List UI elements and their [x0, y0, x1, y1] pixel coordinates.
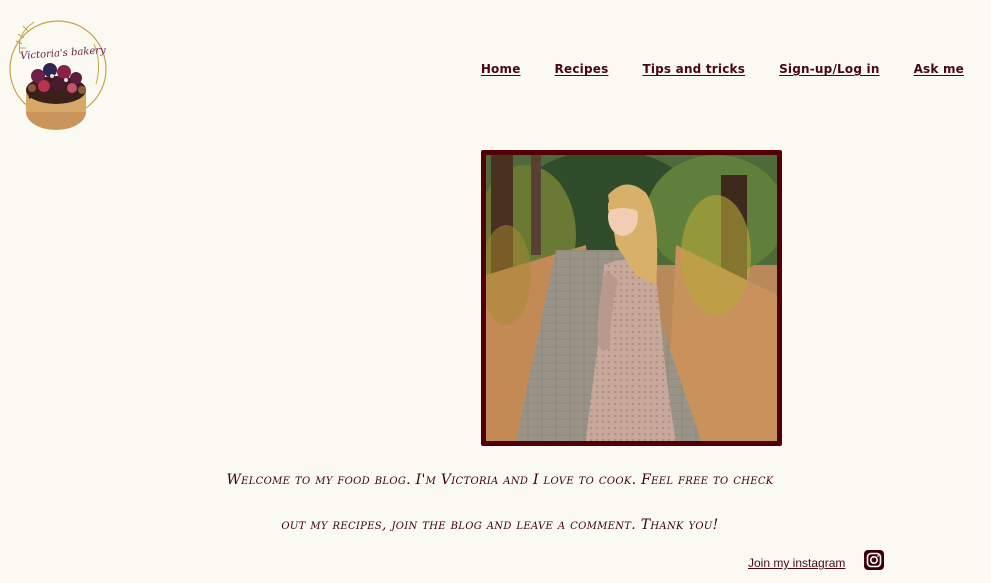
- logo-graphic: [9, 20, 107, 130]
- nav-ask-me[interactable]: Ask me: [914, 62, 964, 76]
- instagram-link[interactable]: Join my instagram: [748, 556, 845, 570]
- nav-recipes[interactable]: Recipes: [555, 62, 609, 76]
- nav-home[interactable]: Home: [481, 62, 521, 76]
- main-nav: Home Recipes Tips and tricks Sign-up/Log…: [481, 62, 964, 76]
- welcome-text-line-2: out my recipes, join the blog and leave …: [281, 517, 719, 533]
- nav-sign-up-log-in[interactable]: Sign-up/Log in: [779, 62, 880, 76]
- hero-photo: [481, 150, 782, 446]
- nav-tips-and-tricks[interactable]: Tips and tricks: [642, 62, 745, 76]
- site-logo[interactable]: Victoria's bakery: [6, 14, 110, 134]
- welcome-text-line-1: Welcome to my food blog. I'm Victoria an…: [226, 472, 774, 488]
- instagram-icon[interactable]: [864, 550, 884, 570]
- portrait-image: [486, 155, 777, 441]
